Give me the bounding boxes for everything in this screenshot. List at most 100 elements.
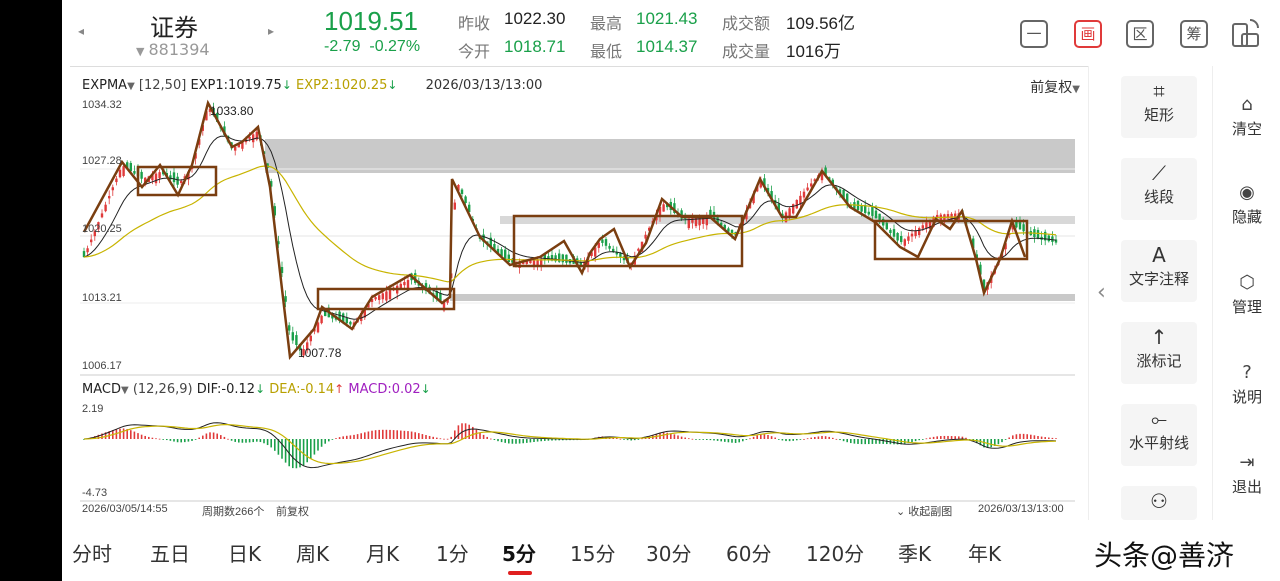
macd-bar bbox=[436, 437, 438, 439]
macd-bar bbox=[853, 439, 856, 444]
zone-button[interactable]: 区 bbox=[1126, 20, 1154, 48]
macd-bar bbox=[796, 439, 798, 441]
macd-y-top: 2.19 bbox=[82, 403, 104, 415]
macd-bar bbox=[814, 437, 816, 439]
tab-5min[interactable]: 5分 bbox=[502, 538, 536, 567]
tab-weekly[interactable]: 周K bbox=[296, 538, 329, 567]
macd-bar bbox=[619, 438, 622, 440]
macd-bar bbox=[140, 434, 143, 439]
clear-button[interactable]: ⌂ 清空 bbox=[1213, 92, 1280, 139]
macd-bar bbox=[958, 436, 960, 439]
macd-bar bbox=[450, 436, 452, 439]
macd-bar bbox=[169, 439, 172, 441]
high-label: 最高 bbox=[590, 14, 623, 33]
macd-bar bbox=[914, 439, 917, 442]
hide-button[interactable]: ◉ 隐藏 bbox=[1213, 180, 1280, 227]
macd-bar bbox=[1022, 433, 1025, 439]
macd-bar bbox=[630, 439, 632, 441]
tab-30min[interactable]: 30分 bbox=[646, 538, 691, 567]
macd-bar bbox=[882, 439, 884, 444]
chips-button[interactable]: 筹 bbox=[1180, 20, 1208, 48]
help-button[interactable]: ? 说明 bbox=[1213, 360, 1280, 407]
macd-bar bbox=[662, 432, 665, 439]
macd-bar bbox=[504, 439, 506, 443]
tab-intraday[interactable]: 分时 bbox=[72, 538, 112, 567]
panel-collapse-icon[interactable]: ‹ bbox=[1097, 280, 1106, 305]
tab-120min[interactable]: 120分 bbox=[806, 538, 864, 567]
macd-down-icon: ↓ bbox=[420, 382, 431, 396]
next-stock-icon[interactable]: ▸ bbox=[268, 24, 274, 38]
macd-bar bbox=[482, 434, 485, 439]
macd-bar bbox=[439, 438, 442, 440]
active-tab-indicator bbox=[508, 571, 532, 575]
macd-bar bbox=[205, 433, 208, 439]
tab-daily[interactable]: 日K bbox=[228, 538, 261, 567]
macd-bar bbox=[702, 439, 704, 440]
candlestick-chart[interactable] bbox=[70, 67, 1088, 521]
macd-bar bbox=[234, 439, 236, 442]
prev-stock-icon[interactable]: ◂ bbox=[78, 24, 84, 38]
macd-bar bbox=[922, 439, 924, 440]
tab-1min[interactable]: 1分 bbox=[436, 538, 469, 567]
macd-dropdown-icon[interactable]: ▼ bbox=[121, 385, 129, 396]
macd-bar bbox=[864, 439, 866, 445]
macd-bar bbox=[500, 439, 503, 443]
tab-quarterly[interactable]: 季K bbox=[898, 538, 931, 567]
tool-line-segment[interactable]: ⟋ 线段 bbox=[1121, 158, 1197, 220]
chart-area[interactable]: EXPMA▼ [12,50] EXP1:1019.75↓ EXP2:1020.2… bbox=[70, 66, 1088, 520]
macd-bar bbox=[256, 439, 258, 442]
macd-bar bbox=[162, 439, 164, 440]
macd-bar bbox=[274, 439, 276, 451]
macd-indicator-name[interactable]: MACD bbox=[82, 382, 121, 397]
macd-bar bbox=[155, 438, 157, 440]
macd-bar bbox=[734, 439, 737, 443]
tool-rectangle[interactable]: ⌗ 矩形 bbox=[1121, 76, 1197, 138]
exit-button[interactable]: ⇥ 退出 bbox=[1213, 450, 1280, 497]
macd-bar bbox=[1051, 437, 1054, 439]
support-band bbox=[450, 294, 1075, 301]
macd-bar bbox=[965, 437, 967, 439]
draw-button[interactable]: 画 bbox=[1074, 20, 1102, 48]
open-label: 今开 bbox=[458, 42, 491, 61]
collapse-subchart[interactable]: ⌄ 收起副图 bbox=[896, 503, 952, 519]
exit-icon: ⇥ bbox=[1239, 452, 1255, 473]
macd-bar bbox=[403, 430, 406, 439]
macd-indicator-row[interactable]: MACD▼ (12,26,9) DIF:-0.12↓ DEA:-0.14↑ MA… bbox=[82, 382, 431, 397]
macd-bar bbox=[623, 439, 625, 440]
macd-bar bbox=[680, 436, 683, 439]
low-marker: 1007.78 bbox=[298, 346, 342, 360]
macd-bar bbox=[151, 437, 154, 439]
tab-monthly[interactable]: 月K bbox=[366, 538, 399, 567]
macd-bar bbox=[713, 439, 715, 441]
tool-more[interactable]: ⚇ bbox=[1121, 486, 1197, 520]
macd-bar bbox=[396, 430, 398, 439]
rotate-screen-icon[interactable] bbox=[1228, 16, 1264, 52]
tab-yearly[interactable]: 年K bbox=[968, 538, 1001, 567]
tab-15min[interactable]: 15分 bbox=[570, 538, 615, 567]
macd-bar bbox=[533, 439, 535, 443]
tool-text-annotation[interactable]: A 文字注释 bbox=[1121, 240, 1197, 302]
macd-bar bbox=[180, 439, 182, 443]
macd-bar bbox=[745, 439, 748, 440]
sub-adjust: 前复权 bbox=[276, 506, 309, 518]
macd-bar bbox=[846, 439, 848, 443]
manage-button[interactable]: ⬡ 管理 bbox=[1213, 270, 1280, 317]
tool-label: 线段 bbox=[1143, 188, 1174, 206]
macd-bar bbox=[511, 439, 514, 444]
tab-60min[interactable]: 60分 bbox=[726, 538, 771, 567]
macd-bar bbox=[241, 439, 244, 443]
dif-down-icon: ↓ bbox=[255, 382, 266, 396]
stock-code[interactable]: ▼ 881394 bbox=[136, 40, 210, 59]
tool-rise-mark[interactable]: ↑ 涨标记 bbox=[1121, 322, 1197, 384]
macd-bar bbox=[389, 429, 391, 439]
tool-horizontal-ray[interactable]: ⟜ 水平射线 bbox=[1121, 404, 1197, 466]
resistance-band bbox=[265, 139, 1075, 173]
macd-bar bbox=[148, 436, 150, 439]
macd-bar bbox=[918, 439, 920, 441]
collapse-button[interactable]: 一 bbox=[1020, 20, 1048, 48]
macd-bar bbox=[270, 439, 272, 448]
tab-five-day[interactable]: 五日 bbox=[150, 538, 190, 567]
macd-bar bbox=[184, 439, 186, 443]
low-value: 1014.37 bbox=[636, 37, 698, 56]
macd-bar bbox=[1015, 434, 1018, 439]
